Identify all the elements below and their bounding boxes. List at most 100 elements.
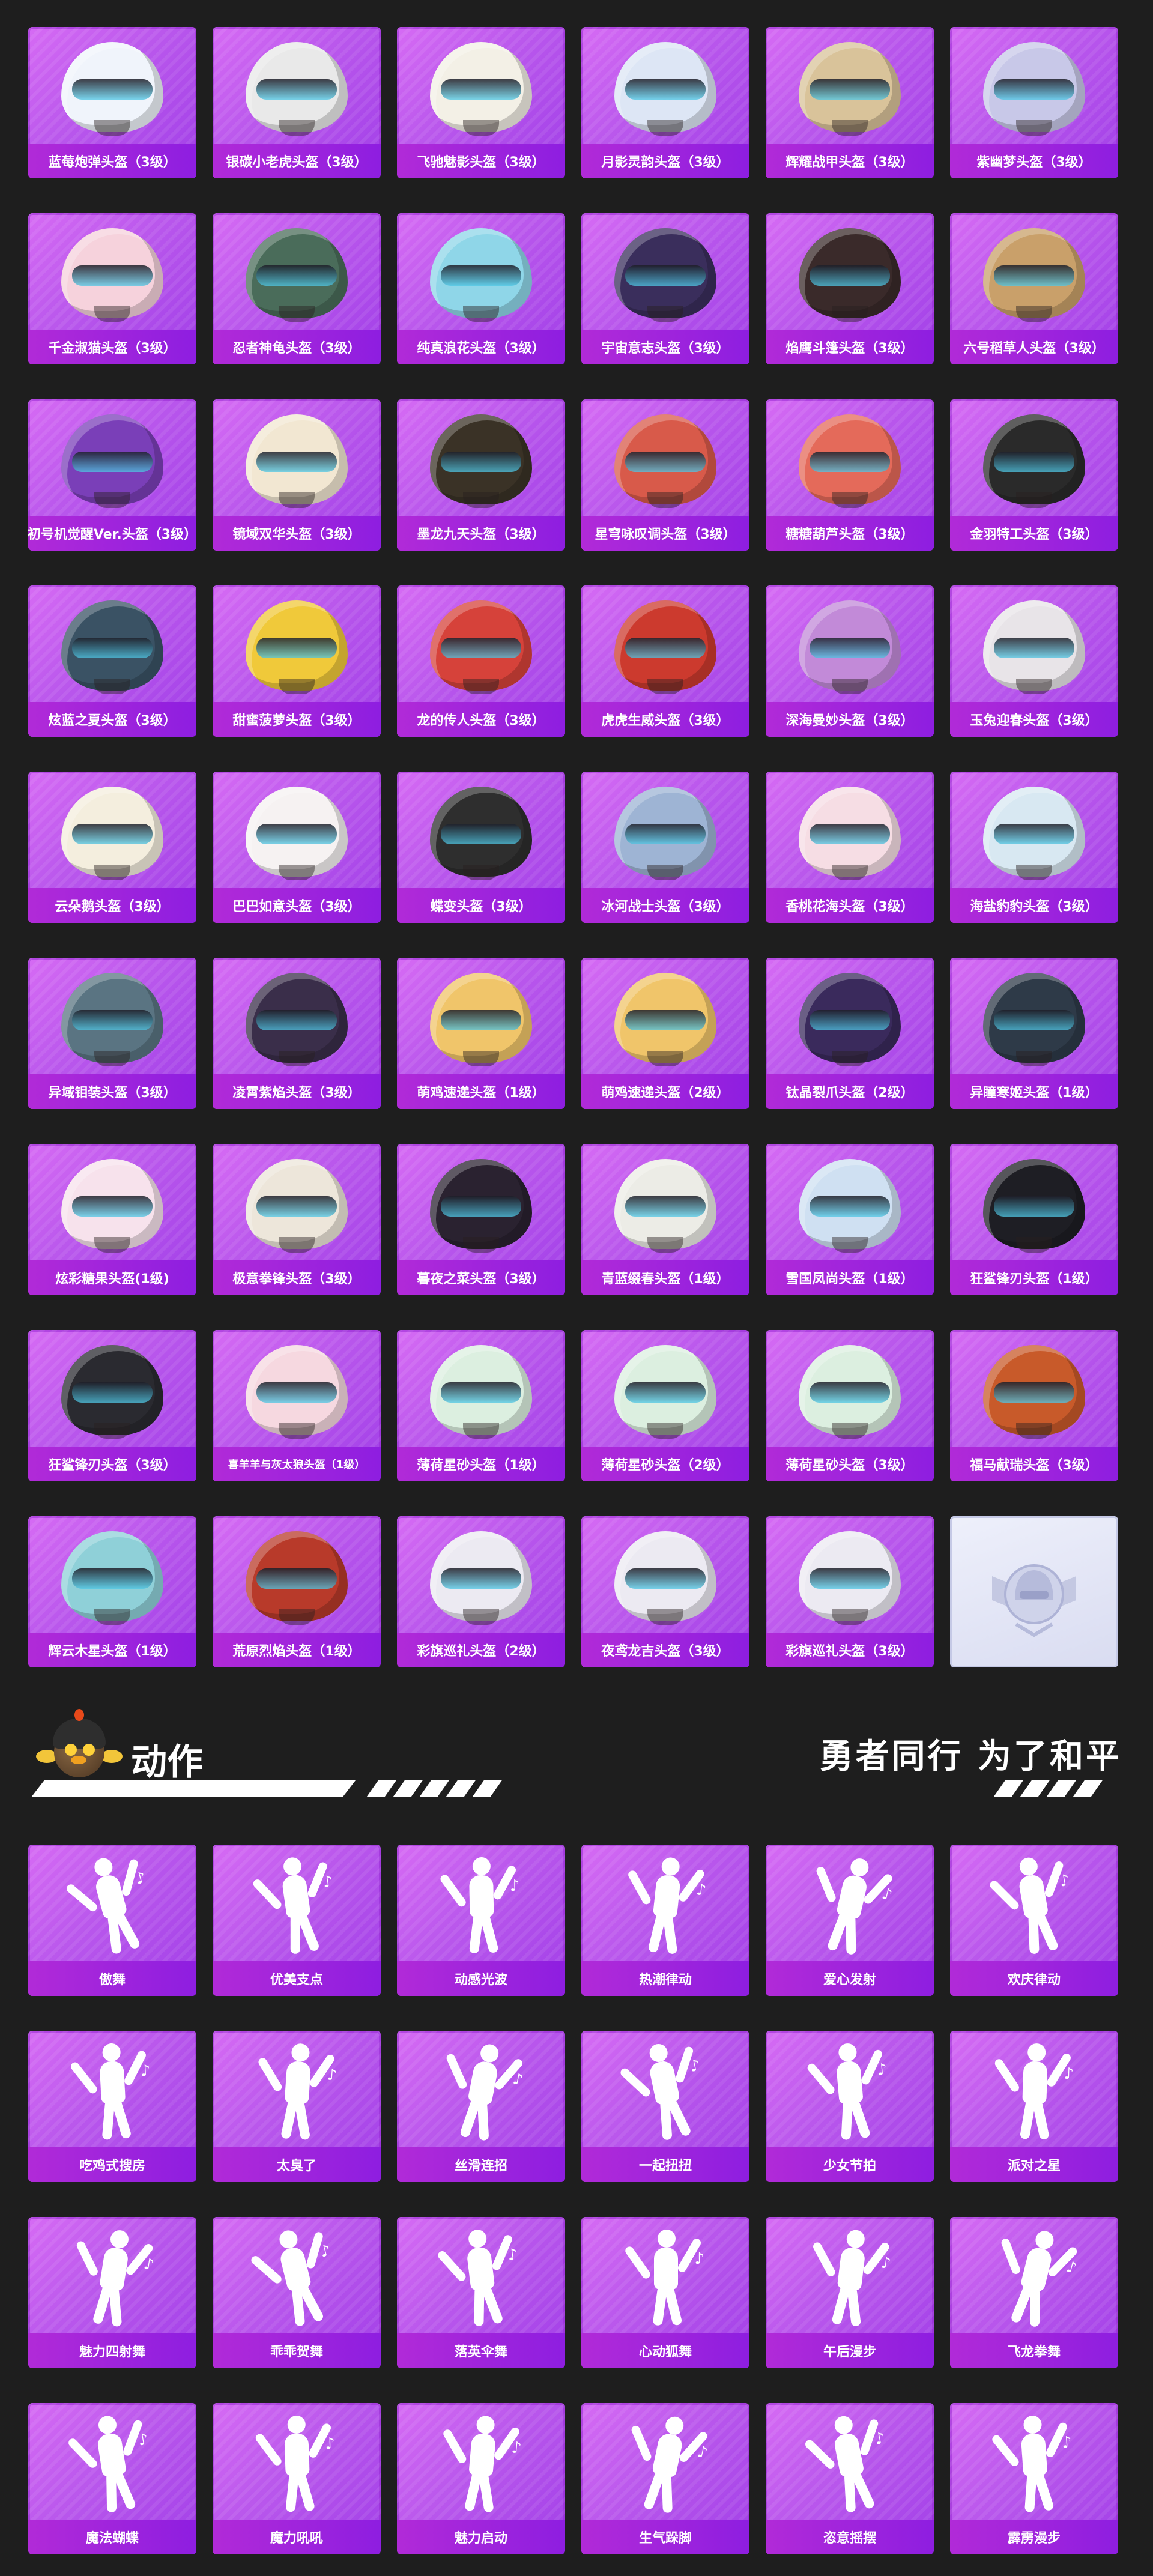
helmet-card[interactable]: 凌霄紫焰头盔（3级）: [213, 958, 381, 1109]
helmet-label: 飞驰魅影头盔（3级）: [397, 144, 565, 178]
emote-card[interactable]: ♪ 飞龙拳舞: [950, 2217, 1118, 2368]
emote-card[interactable]: ♪ 落英伞舞: [397, 2217, 565, 2368]
emote-card[interactable]: ♪ 丝滑连招: [397, 2031, 565, 2182]
helmet-icon: [581, 33, 749, 141]
helmet-card[interactable]: 薄荷星砂头盔（1级）: [397, 1330, 565, 1481]
helmet-card[interactable]: 辉耀战甲头盔（3级）: [766, 27, 934, 178]
helmet-icon: [28, 405, 196, 513]
helmet-card[interactable]: 忍者神龟头盔（3级）: [213, 213, 381, 364]
helmet-card[interactable]: 喜羊羊与灰太狼头盔（1级）: [213, 1330, 381, 1481]
helmet-icon: [213, 405, 381, 513]
helmet-label: 荒原烈焰头盔（1级）: [213, 1633, 381, 1667]
title-stripes: [366, 1780, 504, 1797]
helmet-card[interactable]: 萌鸡速递头盔（2级）: [581, 958, 749, 1109]
helmet-icon: [213, 1150, 381, 1258]
helmet-card[interactable]: 辉云木星头盔（1级）: [28, 1516, 196, 1667]
helmet-card[interactable]: 蓝莓炮弹头盔（3级）: [28, 27, 196, 178]
emote-card[interactable]: ♪ 乖乖贺舞: [213, 2217, 381, 2368]
helmet-card[interactable]: 飞驰魅影头盔（3级）: [397, 27, 565, 178]
helmet-card[interactable]: 炫蓝之夏头盔（3级）: [28, 585, 196, 737]
emote-card[interactable]: ♪ 魅力启动: [397, 2403, 565, 2554]
helmet-card[interactable]: 钛晶裂爪头盔（2级）: [766, 958, 934, 1109]
helmet-icon: [213, 219, 381, 327]
dancer-silhouette-icon: ♪: [213, 2223, 381, 2331]
emote-card[interactable]: ♪ 派对之星: [950, 2031, 1118, 2182]
helmet-card[interactable]: 龙的传人头盔（3级）: [397, 585, 565, 737]
helmet-card[interactable]: 月影灵韵头盔（3级）: [581, 27, 749, 178]
helmet-icon: [28, 33, 196, 141]
helmet-card[interactable]: 狂鲨锋刃头盔（3级）: [28, 1330, 196, 1481]
emote-card[interactable]: ♪ 霹雳漫步: [950, 2403, 1118, 2554]
helmet-card[interactable]: 虎虎生威头盔（3级）: [581, 585, 749, 737]
helmet-label: 福马献瑞头盔（3级）: [950, 1447, 1118, 1481]
helmet-card[interactable]: 初号机觉醒Ver.头盔（3级）: [28, 399, 196, 551]
helmet-card[interactable]: 异瞳寒姬头盔（1级）: [950, 958, 1118, 1109]
helmet-card[interactable]: 福马献瑞头盔（3级）: [950, 1330, 1118, 1481]
helmet-card[interactable]: 焰鹰斗篷头盔（3级）: [766, 213, 934, 364]
helmet-card[interactable]: 青蓝缀春头盔（1级）: [581, 1144, 749, 1295]
helmet-card[interactable]: 萌鸡速递头盔（1级）: [397, 958, 565, 1109]
helmet-card[interactable]: 夜鸢龙吉头盔（3级）: [581, 1516, 749, 1667]
emote-label: 优美支点: [213, 1961, 381, 1996]
helmet-card[interactable]: 深海曼妙头盔（3级）: [766, 585, 934, 737]
helmet-card[interactable]: 纯真浪花头盔（3级）: [397, 213, 565, 364]
emote-card[interactable]: ♪ 魅力四射舞: [28, 2217, 196, 2368]
helmet-card[interactable]: 千金淑猫头盔（3级）: [28, 213, 196, 364]
slogan-stripes: [993, 1780, 1119, 1797]
helmet-icon: [213, 964, 381, 1072]
helmet-card[interactable]: 异域钼装头盔（3级）: [28, 958, 196, 1109]
helmet-card[interactable]: 暮夜之菜头盔（3级）: [397, 1144, 565, 1295]
helmet-card[interactable]: 彩旗巡礼头盔（2级）: [397, 1516, 565, 1667]
dancer-silhouette-icon: ♪: [213, 2409, 381, 2517]
helmet-label: 焰鹰斗篷头盔（3级）: [766, 330, 934, 364]
helmet-card[interactable]: 狂鲨锋刃头盔（1级）: [950, 1144, 1118, 1295]
emote-card[interactable]: ♪ 动感光波: [397, 1845, 565, 1996]
helmet-card[interactable]: 镜域双华头盔（3级）: [213, 399, 381, 551]
helmet-card[interactable]: 蝶变头盔（3级）: [397, 772, 565, 923]
helmet-label: 薄荷星砂头盔（1级）: [397, 1447, 565, 1481]
helmet-card[interactable]: 银碳小老虎头盔（3级）: [213, 27, 381, 178]
emote-card[interactable]: ♪ 少女节拍: [766, 2031, 934, 2182]
helmet-card[interactable]: 薄荷星砂头盔（2级）: [581, 1330, 749, 1481]
helmet-card[interactable]: 荒原烈焰头盔（1级）: [213, 1516, 381, 1667]
emote-card[interactable]: ♪ 生气跺脚: [581, 2403, 749, 2554]
helmet-card[interactable]: 星穹咏叹调头盔（3级）: [581, 399, 749, 551]
helmet-card[interactable]: 彩旗巡礼头盔（3级）: [766, 1516, 934, 1667]
helmet-label: 千金淑猫头盔（3级）: [28, 330, 196, 364]
emote-card[interactable]: ♪ 恣意摇摆: [766, 2403, 934, 2554]
helmet-card[interactable]: 海盐豹豹头盔（3级）: [950, 772, 1118, 923]
helmet-card[interactable]: 六号稻草人头盔（3级）: [950, 213, 1118, 364]
emote-card[interactable]: ♪ 太臭了: [213, 2031, 381, 2182]
helmet-card[interactable]: 云朵鹅头盔（3级）: [28, 772, 196, 923]
helmet-card[interactable]: 薄荷星砂头盔（3级）: [766, 1330, 934, 1481]
dancer-silhouette-icon: ♪: [213, 1851, 381, 1959]
emote-card[interactable]: ♪ 傲舞: [28, 1845, 196, 1996]
helmet-icon: [213, 1522, 381, 1630]
emote-card[interactable]: ♪ 魔力吼吼: [213, 2403, 381, 2554]
helmet-card[interactable]: 巴巴如意头盔（3级）: [213, 772, 381, 923]
emote-card[interactable]: ♪ 一起扭扭: [581, 2031, 749, 2182]
helmet-card[interactable]: 玉兔迎春头盔（3级）: [950, 585, 1118, 737]
emote-card[interactable]: ♪ 午后漫步: [766, 2217, 934, 2368]
emote-card[interactable]: ♪ 心动狐舞: [581, 2217, 749, 2368]
dancer-silhouette-icon: ♪: [28, 2223, 196, 2331]
dancer-silhouette-icon: ♪: [581, 2223, 749, 2331]
helmet-card[interactable]: 墨龙九天头盔（3级）: [397, 399, 565, 551]
helmet-card[interactable]: 金羽特工头盔（3级）: [950, 399, 1118, 551]
helmet-card[interactable]: 冰河战士头盔（3级）: [581, 772, 749, 923]
emote-card[interactable]: ♪ 魔法蝴蝶: [28, 2403, 196, 2554]
helmet-card[interactable]: 紫幽梦头盔（3级）: [950, 27, 1118, 178]
helmet-card[interactable]: 香桃花海头盔（3级）: [766, 772, 934, 923]
emote-card[interactable]: ♪ 吃鸡式搜房: [28, 2031, 196, 2182]
helmet-card[interactable]: 雪国凤尚头盔（1级）: [766, 1144, 934, 1295]
emote-card[interactable]: ♪ 优美支点: [213, 1845, 381, 1996]
helmet-card[interactable]: 极意拳锋头盔（3级）: [213, 1144, 381, 1295]
helmet-card[interactable]: 甜蜜菠萝头盔（3级）: [213, 585, 381, 737]
emote-card[interactable]: ♪ 爱心发射: [766, 1845, 934, 1996]
helmet-icon: [950, 778, 1118, 886]
emote-card[interactable]: ♪ 欢庆律动: [950, 1845, 1118, 1996]
helmet-card[interactable]: 宇宙意志头盔（3级）: [581, 213, 749, 364]
helmet-card[interactable]: 糖糖葫芦头盔（3级）: [766, 399, 934, 551]
emote-card[interactable]: ♪ 热潮律动: [581, 1845, 749, 1996]
helmet-card[interactable]: 炫彩糖果头盔(1级): [28, 1144, 196, 1295]
